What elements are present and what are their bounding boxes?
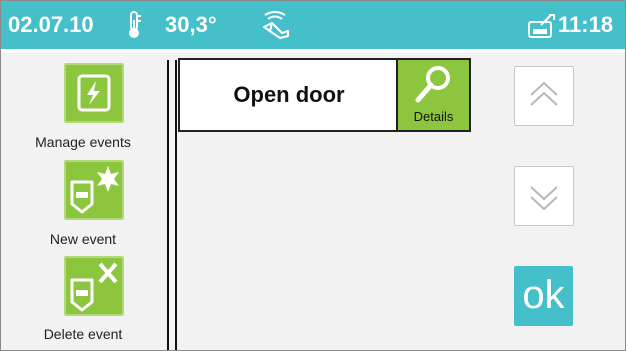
double-chevron-up-icon — [530, 81, 558, 106]
mailbox-icon — [527, 13, 557, 44]
thermometer-icon — [126, 10, 142, 45]
list-item[interactable]: Open door Details — [178, 58, 471, 132]
divider-line — [167, 60, 169, 350]
status-bar: 02.07.10 30,3° 11:18 — [1, 1, 625, 49]
divider-line — [175, 60, 177, 350]
ok-button[interactable]: ok — [514, 266, 573, 326]
date-text: 02.07.10 — [8, 12, 94, 37]
new-event-button[interactable] — [64, 160, 124, 220]
sidebar: Manage events New event Delete event — [1, 53, 165, 350]
double-chevron-down-icon — [530, 186, 558, 211]
event-new-icon — [70, 166, 119, 214]
details-button[interactable]: Details — [396, 60, 469, 130]
delete-event-button[interactable] — [64, 256, 124, 316]
delete-event-label: Delete event — [43, 326, 123, 342]
temperature-text: 30,3° — [165, 12, 217, 37]
hand-wave-icon — [258, 9, 292, 46]
lightning-icon — [77, 74, 111, 112]
manage-events-button[interactable] — [64, 63, 124, 123]
event-delete-icon — [70, 262, 118, 312]
details-label: Details — [413, 109, 454, 124]
key-icon — [415, 66, 450, 103]
new-event-label: New event — [49, 231, 117, 247]
time-text: 11:18 — [558, 12, 614, 37]
scroll-down-button[interactable] — [514, 166, 574, 226]
row-title: Open door — [233, 82, 345, 107]
scroll-up-button[interactable] — [514, 66, 574, 126]
manage-events-label: Manage events — [35, 134, 131, 150]
